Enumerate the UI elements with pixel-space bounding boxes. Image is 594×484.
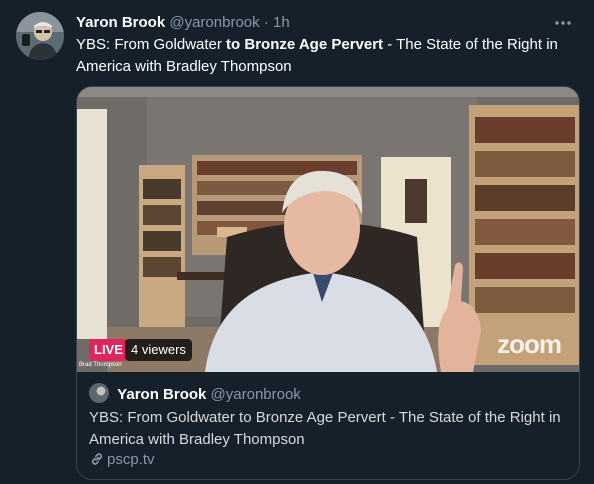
tweet-text: YBS: From Goldwater to Bronze Age Perver… xyxy=(76,36,558,75)
quoted-author-name[interactable]: Yaron Brook xyxy=(117,386,206,403)
quoted-tweet-text: YBS: From Goldwater to Bronze Age Perver… xyxy=(89,409,561,448)
zoom-watermark: zoom xyxy=(497,329,562,359)
tweet[interactable]: Yaron Brook @yaronbrook · 1h YBS: From G… xyxy=(0,0,594,484)
timestamp[interactable]: 1h xyxy=(273,14,290,31)
video-thumbnail[interactable]: LIVE 4 viewers Brad Thompson zoom xyxy=(77,87,579,372)
highlighted-name: Bronze Age Pervert xyxy=(244,36,384,53)
avatar[interactable] xyxy=(16,12,64,60)
live-badge: LIVE xyxy=(89,339,128,361)
quoted-avatar[interactable] xyxy=(89,383,109,403)
quoted-tweet-card[interactable]: LIVE 4 viewers Brad Thompson zoom Yaron … xyxy=(76,86,580,480)
viewer-count: 4 viewers xyxy=(125,339,192,361)
quoted-author-handle[interactable]: @yaronbrook xyxy=(211,386,301,403)
author-handle[interactable]: @yaronbrook xyxy=(169,14,259,31)
tweet-header: Yaron Brook @yaronbrook · 1h xyxy=(76,12,574,34)
link-domain[interactable]: pscp.tv xyxy=(107,451,155,468)
separator-dot: · xyxy=(263,14,269,31)
link-icon xyxy=(89,451,105,467)
author-name[interactable]: Yaron Brook xyxy=(76,14,165,31)
participant-name-tag: Brad Thompson xyxy=(79,362,122,368)
link-row[interactable]: pscp.tv xyxy=(89,449,155,471)
more-icon[interactable] xyxy=(552,12,574,34)
quoted-tweet-header: Yaron Brook @yaronbrook xyxy=(89,383,301,405)
